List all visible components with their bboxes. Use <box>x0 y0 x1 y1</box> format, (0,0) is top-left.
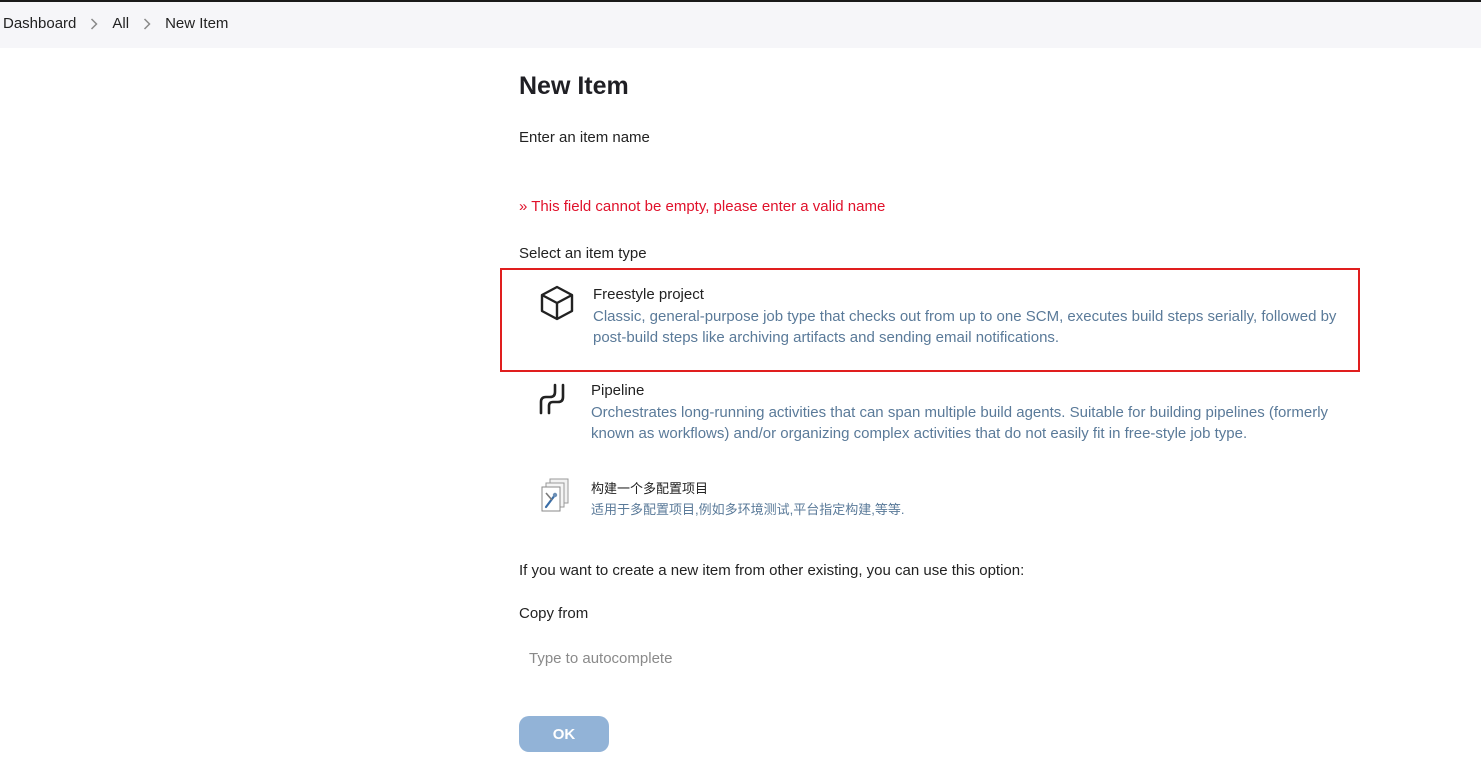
page-title: New Item <box>519 72 629 100</box>
breadcrumb-dashboard[interactable]: Dashboard <box>3 15 76 32</box>
ok-button[interactable]: OK <box>519 716 609 752</box>
breadcrumb: Dashboard All New Item <box>3 15 228 32</box>
item-type-name: 构建一个多配置项目 <box>591 481 709 496</box>
item-type-pipeline[interactable]: Pipeline Orchestrates long-running activ… <box>500 366 1360 462</box>
cube-icon <box>538 284 576 322</box>
item-type-multi-configuration[interactable]: 构建一个多配置项目 适用于多配置项目,例如多环境测试,平台指定构建,等等. <box>500 462 1360 538</box>
copy-from-label: Copy from <box>519 605 589 622</box>
item-type-label: Select an item type <box>519 245 647 262</box>
breadcrumb-all[interactable]: All <box>112 15 129 32</box>
pipeline-icon <box>536 380 574 418</box>
copy-from-input[interactable] <box>519 644 931 672</box>
breadcrumb-new-item: New Item <box>165 15 229 32</box>
item-name-error: » This field cannot be empty, please ent… <box>519 198 886 215</box>
item-name-label: Enter an item name <box>519 129 650 146</box>
item-type-description: 适用于多配置项目,例如多环境测试,平台指定构建,等等. <box>591 502 905 517</box>
item-type-freestyle-project[interactable]: Freestyle project Classic, general-purpo… <box>500 268 1360 372</box>
copy-hint: If you want to create a new item from ot… <box>519 562 1025 579</box>
item-type-name: Pipeline <box>591 382 645 399</box>
chevron-right-icon <box>143 17 151 30</box>
multi-config-icon <box>536 476 574 514</box>
item-type-name: Freestyle project <box>593 286 704 303</box>
chevron-right-icon <box>90 17 98 30</box>
top-bar: Dashboard All New Item <box>0 0 1481 48</box>
item-type-description: Classic, general-purpose job type that c… <box>593 308 1337 346</box>
item-type-description: Orchestrates long-running activities tha… <box>591 404 1329 442</box>
